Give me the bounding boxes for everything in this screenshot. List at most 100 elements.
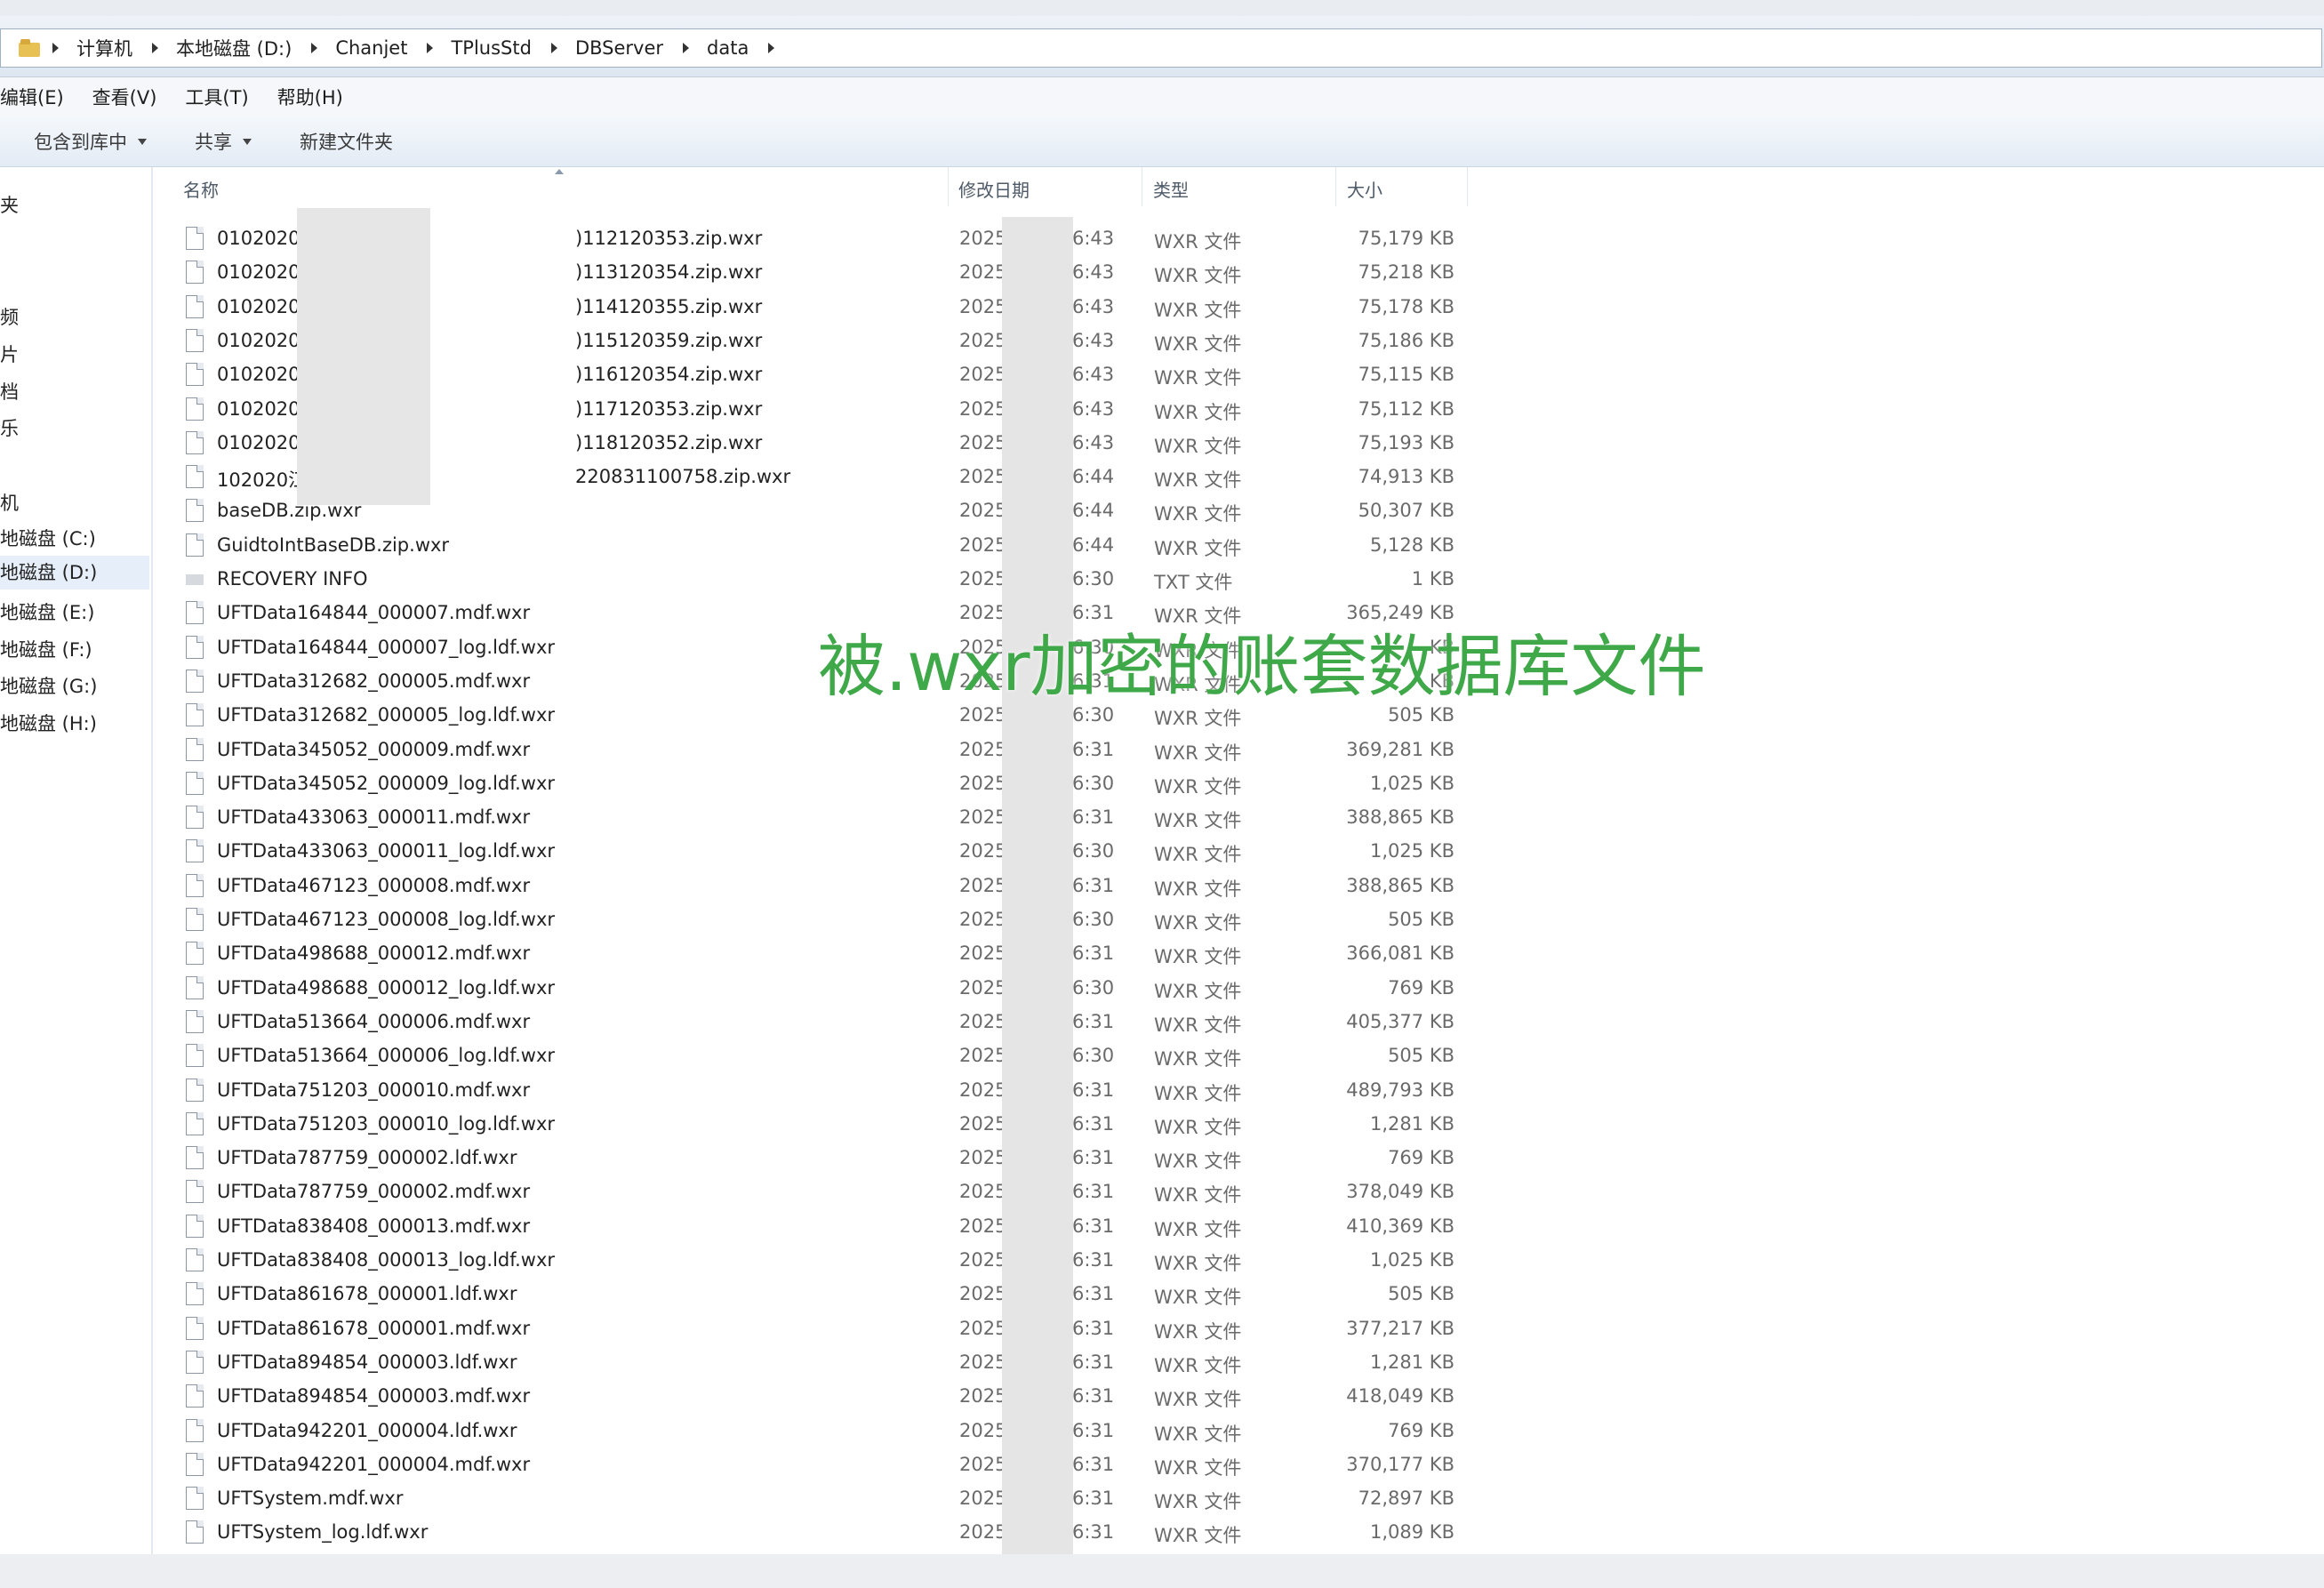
file-name: UFTData164844_000007_log.ldf.wxr: [217, 636, 556, 658]
file-time: 6:31: [1072, 1521, 1115, 1544]
file-time: 6:44: [1072, 500, 1115, 522]
file-row[interactable]: UFTData894854_000003.ldf.wxr 2025 6:31 WXR …: [153, 1346, 1469, 1380]
file-type: WXR 文件: [1154, 1320, 1242, 1343]
toolbar-button[interactable]: 新建文件夹: [300, 128, 393, 155]
file-row[interactable]: GuidtoIntBaseDB.zip.wxr 2025 6:44 WXR 文件 5,1…: [153, 529, 1469, 563]
navigation-pane: 夹频片档乐机地磁盘 (C:) 地磁盘 (D:) 地磁盘 (E:) 地磁盘 (F:) 地磁…: [0, 167, 153, 1554]
file-name: RECOVERY INFO: [217, 568, 368, 589]
file-type: WXR 文件: [1154, 265, 1242, 287]
file-row[interactable]: UFTData751203_000010_log.ldf.wxr 2025 6:31…: [153, 1108, 1469, 1142]
nav-item[interactable]: 地磁盘 (D:): [0, 556, 149, 590]
file-row[interactable]: UFTData861678_000001.ldf.wxr 2025 6:31 WXR …: [153, 1278, 1469, 1311]
column-separator[interactable]: [948, 167, 949, 206]
menu-item[interactable]: 帮助(H): [277, 84, 343, 110]
file-row[interactable]: RECOVERY INFO 2025 6:30 TXT 文件 1 KB: [153, 563, 1469, 597]
file-row[interactable]: UFTSystem.mdf.wxr 2025 6:31 WXR 文件 72,897 KB: [153, 1482, 1469, 1516]
breadcrumb[interactable]: 计算机 本地磁盘 (D:) Chanjet TPlusStd DBServer data: [0, 28, 2322, 68]
nav-item[interactable]: 地磁盘 (G:): [0, 672, 97, 699]
file-row[interactable]: UFTData467123_000008.mdf.wxr 2025 6:31 WXR …: [153, 870, 1469, 903]
file-row[interactable]: UFTData861678_000001.mdf.wxr 2025 6:31 WXR …: [153, 1312, 1469, 1346]
column-header-name[interactable]: 名称: [183, 176, 219, 202]
breadcrumb-arrow-icon[interactable]: [768, 43, 775, 53]
file-time: 6:31: [1072, 1147, 1115, 1169]
nav-item[interactable]: 乐: [0, 414, 19, 441]
toolbar-button[interactable]: 共享: [195, 128, 252, 155]
file-size: 75,179 KB: [1358, 228, 1455, 249]
file-name: 0102020: [217, 397, 301, 420]
file-size: 75,218 KB: [1358, 261, 1455, 284]
toolbar-button[interactable]: 包含到库中: [34, 128, 147, 155]
file-icon: [186, 1214, 204, 1238]
breadcrumb-item[interactable]: 计算机: [76, 35, 176, 61]
file-row[interactable]: UFTData433063_000011_log.ldf.wxr 2025 6:30…: [153, 835, 1469, 869]
file-date: 2025: [959, 1488, 1007, 1510]
file-row[interactable]: UFTData838408_000013.mdf.wxr 2025 6:31 WXR …: [153, 1210, 1469, 1244]
breadcrumb-item[interactable]: Chanjet: [335, 37, 451, 59]
file-row[interactable]: UFTData345052_000009.mdf.wxr 2025 6:31 WXR …: [153, 734, 1469, 767]
file-row[interactable]: UFTData433063_000011.mdf.wxr 2025 6:31 WXR …: [153, 801, 1469, 835]
file-size: 505 KB: [1388, 1283, 1455, 1305]
file-row[interactable]: UFTData467123_000008_log.ldf.wxr 2025 6:30…: [153, 903, 1469, 937]
file-row[interactable]: UFTData787759_000002.mdf.wxr 2025 6:31 WXR …: [153, 1175, 1469, 1209]
file-date: 2025: [959, 1215, 1007, 1237]
file-row[interactable]: UFTData751203_000010.mdf.wxr 2025 6:31 WXR …: [153, 1074, 1469, 1108]
breadcrumb-arrow-icon[interactable]: [152, 43, 158, 53]
breadcrumb-item[interactable]: data: [707, 37, 792, 59]
nav-item[interactable]: 地磁盘 (C:): [0, 525, 96, 551]
breadcrumb-arrow-icon[interactable]: [427, 43, 434, 53]
file-type: WXR 文件: [1154, 1525, 1242, 1547]
column-separator[interactable]: [1335, 167, 1336, 206]
breadcrumb-arrow-icon[interactable]: [550, 43, 557, 53]
breadcrumb-arrow-icon[interactable]: [311, 43, 318, 53]
breadcrumb-item[interactable]: 本地磁盘 (D:): [176, 35, 335, 61]
file-row[interactable]: UFTData894854_000003.mdf.wxr 2025 6:31 WXR …: [153, 1380, 1469, 1414]
breadcrumb-label: DBServer: [574, 37, 664, 59]
menu-item[interactable]: 查看(V): [92, 84, 157, 110]
breadcrumb-arrow-icon[interactable]: [683, 43, 690, 53]
file-name-tail: )117120353.zip.wxr: [575, 397, 763, 420]
column-header-date[interactable]: 修改日期: [958, 176, 1030, 202]
dropdown-caret-icon: [138, 138, 147, 145]
file-row[interactable]: UFTData787759_000002.ldf.wxr 2025 6:31 WXR …: [153, 1142, 1469, 1175]
file-type: WXR 文件: [1154, 1048, 1242, 1071]
nav-item[interactable]: 地磁盘 (E:): [0, 598, 94, 625]
nav-item[interactable]: 地磁盘 (H:): [0, 710, 97, 736]
file-type: WXR 文件: [1154, 1287, 1242, 1309]
file-size: 1,025 KB: [1370, 1249, 1455, 1271]
breadcrumb-item[interactable]: TPlusStd: [451, 37, 574, 59]
file-type: WXR 文件: [1154, 810, 1242, 832]
file-size: 1,089 KB: [1370, 1521, 1455, 1544]
file-type: WXR 文件: [1154, 980, 1242, 1002]
file-row[interactable]: UFTData942201_000004.ldf.wxr 2025 6:31 WXR …: [153, 1415, 1469, 1448]
file-time: 6:44: [1072, 466, 1115, 488]
file-date: 2025: [959, 1147, 1007, 1169]
file-size: 74,913 KB: [1358, 466, 1455, 488]
file-name: UFTData467123_000008_log.ldf.wxr: [217, 909, 556, 930]
file-date: 2025: [959, 874, 1007, 896]
file-row[interactable]: UFTSystem_log.ldf.wxr 2025 6:31 WXR 文件 1,089…: [153, 1516, 1469, 1550]
nav-item[interactable]: 地磁盘 (F:): [0, 636, 92, 662]
file-row[interactable]: UFTData838408_000013_log.ldf.wxr 2025 6:31…: [153, 1244, 1469, 1278]
file-row[interactable]: UFTData513664_000006_log.ldf.wxr 2025 6:30…: [153, 1039, 1469, 1073]
column-separator[interactable]: [1467, 167, 1468, 206]
menu-item[interactable]: 编辑(E): [0, 84, 64, 110]
breadcrumb-start-arrow[interactable]: [40, 43, 76, 53]
column-header-size[interactable]: 大小: [1347, 176, 1382, 202]
file-row[interactable]: UFTData498688_000012.mdf.wxr 2025 6:31 WXR …: [153, 937, 1469, 971]
nav-item[interactable]: 夹: [0, 191, 19, 218]
nav-item[interactable]: 档: [0, 378, 19, 405]
file-row[interactable]: UFTData345052_000009_log.ldf.wxr 2025 6:30…: [153, 767, 1469, 801]
file-name: UFTSystem_log.ldf.wxr: [217, 1521, 429, 1544]
file-list: 名称 修改日期 类型 大小 0102020)112120353.zip.wxr 2…: [153, 167, 2324, 1554]
breadcrumb-item[interactable]: DBServer: [575, 37, 707, 59]
file-name-tail: )115120359.zip.wxr: [575, 329, 763, 351]
nav-item[interactable]: 频: [0, 303, 19, 330]
nav-item[interactable]: 片: [0, 341, 19, 367]
column-header-type[interactable]: 类型: [1153, 176, 1189, 202]
file-row[interactable]: UFTData513664_000006.mdf.wxr 2025 6:31 WXR …: [153, 1006, 1469, 1039]
nav-item[interactable]: 机: [0, 489, 19, 516]
file-row[interactable]: UFTData498688_000012_log.ldf.wxr 2025 6:30…: [153, 972, 1469, 1006]
file-type: WXR 文件: [1154, 1456, 1242, 1479]
menu-item[interactable]: 工具(T): [185, 84, 248, 110]
file-row[interactable]: UFTData942201_000004.mdf.wxr 2025 6:31 WXR …: [153, 1448, 1469, 1482]
